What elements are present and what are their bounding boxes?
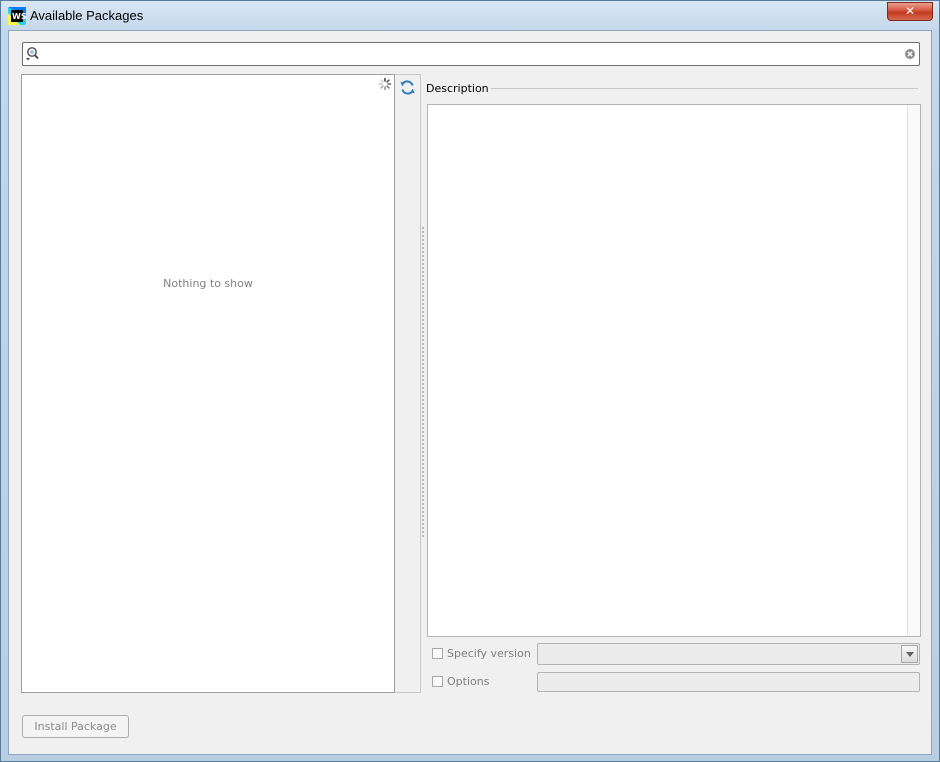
package-list[interactable]: Nothing to show bbox=[21, 74, 395, 693]
options-input[interactable] bbox=[537, 672, 920, 692]
options-label[interactable]: Options bbox=[447, 675, 489, 688]
close-button[interactable]: ✕ bbox=[887, 2, 933, 21]
version-select[interactable] bbox=[537, 643, 920, 665]
version-dropdown-button[interactable] bbox=[901, 645, 918, 663]
available-packages-window: WS Available Packages ✕ Nothing to show … bbox=[0, 0, 940, 762]
description-label: Description bbox=[426, 82, 489, 95]
install-package-button[interactable]: Install Package bbox=[22, 715, 129, 738]
search-input[interactable] bbox=[45, 45, 899, 65]
title-bar[interactable]: WS Available Packages ✕ bbox=[1, 1, 939, 31]
refresh-icon[interactable] bbox=[399, 79, 416, 96]
description-separator bbox=[491, 88, 918, 89]
panel-splitter[interactable] bbox=[422, 226, 424, 538]
svg-text:WS: WS bbox=[12, 12, 26, 21]
search-icon[interactable] bbox=[25, 46, 41, 62]
description-area[interactable] bbox=[427, 104, 921, 637]
clear-search-icon[interactable] bbox=[904, 48, 916, 60]
empty-list-message: Nothing to show bbox=[163, 277, 253, 290]
options-checkbox[interactable] bbox=[432, 676, 443, 687]
specify-version-label[interactable]: Specify version bbox=[447, 647, 531, 660]
webstorm-icon: WS bbox=[8, 7, 26, 25]
list-toolbar bbox=[395, 74, 421, 693]
description-scrollbar[interactable] bbox=[907, 105, 920, 636]
chevron-down-icon bbox=[906, 652, 914, 657]
loading-spinner-icon bbox=[378, 77, 392, 91]
dialog-body: Nothing to show Description Specify vers… bbox=[8, 30, 932, 755]
window-title: Available Packages bbox=[30, 8, 144, 23]
specify-version-checkbox[interactable] bbox=[432, 648, 443, 659]
search-box[interactable] bbox=[22, 42, 920, 66]
